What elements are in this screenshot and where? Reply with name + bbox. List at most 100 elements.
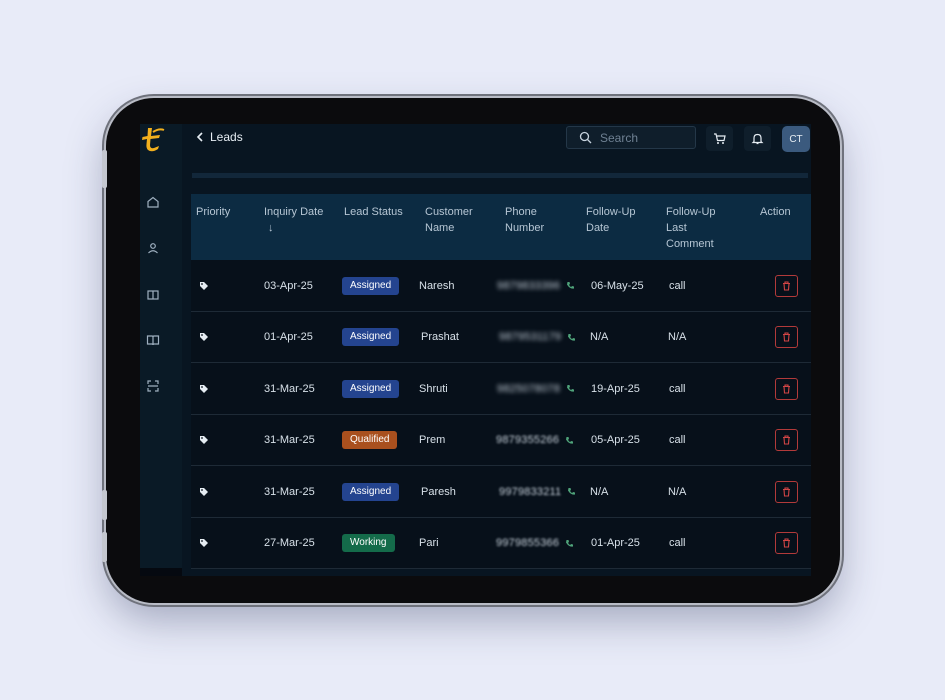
priority-tag-icon[interactable] <box>199 384 209 394</box>
search-input[interactable] <box>600 130 685 145</box>
phone-icon[interactable] <box>567 487 576 496</box>
follow-up-comment: N/A <box>668 485 687 498</box>
status-badge[interactable]: Working <box>342 534 395 552</box>
table-header: Priority Inquiry Date ↓ Lead Status Cust… <box>191 194 811 260</box>
side-button-low <box>102 532 107 562</box>
column-customer-name[interactable]: Customer Name <box>425 204 483 236</box>
trash-icon <box>783 435 790 445</box>
status-badge[interactable]: Assigned <box>342 482 400 501</box>
customer-name: Naresh <box>419 279 455 292</box>
phone-icon[interactable] <box>565 436 574 445</box>
customer-name: Shruti <box>419 382 448 395</box>
status-badge[interactable]: Qualified <box>342 431 398 449</box>
bell-icon <box>751 133 764 145</box>
phone-number: 9979855366 <box>496 537 560 549</box>
follow-up-comment: call <box>669 382 686 395</box>
page-title: Leads <box>210 130 243 144</box>
cart-button[interactable] <box>706 126 733 151</box>
chevron-left-icon <box>196 132 203 142</box>
phone-icon[interactable] <box>567 333 576 342</box>
column-lead-status[interactable]: Lead Status <box>344 204 403 220</box>
home-icon[interactable] <box>146 195 160 209</box>
table-row[interactable]: 01-Apr-25 Assigned Prashat 9879531179 N/… <box>191 311 811 363</box>
delete-button[interactable] <box>775 377 798 400</box>
column-follow-up-date[interactable]: Follow-Up Date <box>586 204 646 236</box>
priority-tag-icon[interactable] <box>199 487 209 497</box>
trash-icon <box>783 280 790 291</box>
priority-tag-icon[interactable] <box>199 435 209 445</box>
priority-tag-icon[interactable] <box>199 332 209 342</box>
trash-icon <box>783 332 790 342</box>
toolbar-divider <box>192 173 808 178</box>
brand-logo[interactable] <box>140 124 168 154</box>
customer-name: Pari <box>419 537 439 549</box>
app-screen: Leads CT Priority Inquiry Date ↓ Lead St… <box>140 124 811 576</box>
table-row[interactable]: 31-Mar-25 Assigned Shruti 9825078078 19-… <box>191 363 811 415</box>
priority-tag-icon[interactable] <box>199 281 209 291</box>
follow-up-date: N/A <box>590 331 609 343</box>
follow-up-date: 06-May-25 <box>591 279 644 292</box>
table-body: 03-Apr-25 Assigned Naresh 9879833396 06-… <box>191 260 811 569</box>
user-icon[interactable] <box>146 241 160 255</box>
trash-icon <box>783 538 790 548</box>
follow-up-comment: call <box>669 537 686 549</box>
table-row[interactable]: 27-Mar-25 Working Pari 9979855366 01-Apr… <box>191 517 811 569</box>
customer-name: Paresh <box>421 485 456 498</box>
search-icon <box>579 131 592 144</box>
inquiry-date: 31-Mar-25 <box>264 434 315 446</box>
sort-arrow-down-icon[interactable]: ↓ <box>264 220 334 236</box>
table-row[interactable]: 03-Apr-25 Assigned Naresh 9879833396 06-… <box>191 260 811 312</box>
phone-number: 9979833211 <box>499 485 562 498</box>
trash-icon <box>783 383 790 394</box>
book-open-icon[interactable] <box>146 288 160 302</box>
sidebar <box>140 124 182 568</box>
phone-number: 9879531179 <box>499 331 562 343</box>
back-link[interactable]: Leads <box>196 130 243 144</box>
trash-icon <box>783 486 790 497</box>
column-inquiry-date-label: Inquiry Date <box>264 206 324 218</box>
phone-number: 9879355266 <box>496 434 560 446</box>
inquiry-date: 31-Mar-25 <box>264 485 315 498</box>
customer-name: Prem <box>419 434 446 446</box>
status-badge[interactable]: Assigned <box>342 379 400 398</box>
table-row[interactable]: 31-Mar-25 Assigned Paresh 9979833211 N/A… <box>191 466 811 518</box>
delete-button[interactable] <box>775 274 798 297</box>
side-button-mid <box>102 490 107 520</box>
column-follow-up-comment[interactable]: Follow-Up Last Comment <box>666 204 726 252</box>
phone-icon[interactable] <box>566 384 575 393</box>
delete-button[interactable] <box>775 326 798 348</box>
column-phone-number[interactable]: Phone Number <box>505 204 555 236</box>
phone-number: 9825078078 <box>497 382 561 395</box>
cart-icon <box>714 133 726 144</box>
follow-up-comment: call <box>669 434 686 446</box>
delete-button[interactable] <box>775 532 798 554</box>
phone-number: 9879833396 <box>497 279 561 292</box>
search-box[interactable] <box>566 126 696 149</box>
column-action: Action <box>760 206 791 218</box>
side-button-top <box>102 150 107 188</box>
delete-button[interactable] <box>775 429 798 451</box>
inquiry-date: 03-Apr-25 <box>264 279 313 292</box>
status-badge[interactable]: Assigned <box>342 328 400 346</box>
phone-icon[interactable] <box>565 539 574 548</box>
book-icon[interactable] <box>146 333 160 347</box>
inquiry-date: 01-Apr-25 <box>264 331 313 343</box>
inquiry-date: 27-Mar-25 <box>264 537 315 549</box>
column-priority[interactable]: Priority <box>196 204 230 220</box>
phone-icon[interactable] <box>566 281 575 290</box>
delete-button[interactable] <box>775 480 798 503</box>
notifications-button[interactable] <box>744 126 771 151</box>
avatar[interactable]: CT <box>782 126 810 152</box>
follow-up-date: N/A <box>590 485 609 498</box>
follow-up-date: 01-Apr-25 <box>591 537 640 549</box>
priority-tag-icon[interactable] <box>199 538 209 548</box>
table-row[interactable]: 31-Mar-25 Qualified Prem 9879355266 05-A… <box>191 414 811 466</box>
follow-up-date: 05-Apr-25 <box>591 434 640 446</box>
column-inquiry-date[interactable]: Inquiry Date ↓ <box>264 204 334 236</box>
status-badge[interactable]: Assigned <box>342 276 400 295</box>
follow-up-comment: N/A <box>668 331 687 343</box>
scan-icon[interactable] <box>146 379 160 393</box>
customer-name: Prashat <box>421 331 459 343</box>
follow-up-comment: call <box>669 279 686 292</box>
follow-up-date: 19-Apr-25 <box>591 382 640 395</box>
